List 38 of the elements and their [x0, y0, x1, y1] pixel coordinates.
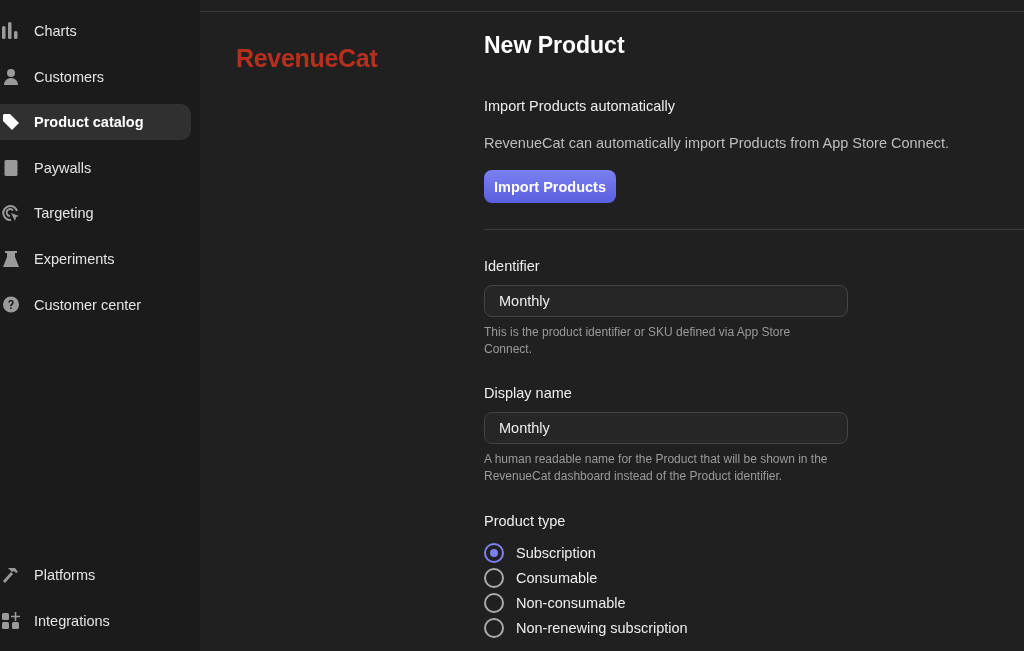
field-label: Product type: [484, 512, 567, 530]
phone-icon: [2, 158, 20, 177]
sidebar-item[interactable]: Experiments: [0, 240, 191, 277]
tag-icon: [2, 113, 20, 132]
person-icon: [2, 67, 20, 86]
sidebar-item[interactable]: Product catalog: [0, 104, 191, 141]
input-field[interactable]: Monthly: [484, 412, 848, 444]
section-description: RevenueCat can automatically import Products from App Store Connect.: [484, 134, 951, 152]
bar-chart-icon: [2, 22, 20, 40]
help-text: This is the product identifier or SKU defined via App Store Connect.: [484, 324, 792, 358]
target-cursor-icon: [2, 204, 20, 223]
help-bubble-icon: [2, 295, 20, 314]
import-button[interactable]: Import Products: [484, 170, 616, 203]
hammer-icon: [2, 566, 20, 585]
radio-button[interactable]: [484, 568, 504, 588]
help-text: A human readable name for the Product that will be shown in the RevenueCat dashboard instead of the Product identifier.: [484, 451, 829, 485]
section-heading: Import Products automatically: [484, 97, 676, 115]
input-field[interactable]: Monthly: [484, 285, 848, 317]
sidebar-item[interactable]: Platforms: [0, 557, 191, 594]
radio-label[interactable]: Non-consumable: [516, 595, 626, 611]
sidebar-item[interactable]: Customers: [0, 58, 191, 95]
sidebar-item[interactable]: Charts: [0, 13, 191, 49]
page-title: New Product: [484, 31, 626, 59]
field-label: Display name: [484, 384, 573, 402]
widgets-plus-icon: [2, 612, 20, 630]
sidebar-item[interactable]: Paywalls: [0, 149, 191, 186]
logo: RevenueCat: [236, 44, 378, 72]
sidebar-item[interactable]: Customer center: [0, 286, 191, 323]
field-label: Identifier: [484, 257, 541, 275]
radio-label[interactable]: Consumable: [516, 570, 598, 586]
radio-button[interactable]: [484, 618, 504, 638]
sidebar-item[interactable]: Targeting: [0, 195, 191, 232]
flask-icon: [2, 249, 20, 268]
radio-button[interactable]: [484, 543, 504, 563]
radio-label[interactable]: Non-renewing subscription: [516, 620, 688, 636]
radio-button[interactable]: [484, 593, 504, 613]
radio-label[interactable]: Subscription: [516, 545, 596, 561]
sidebar-item[interactable]: Integrations: [0, 603, 191, 639]
